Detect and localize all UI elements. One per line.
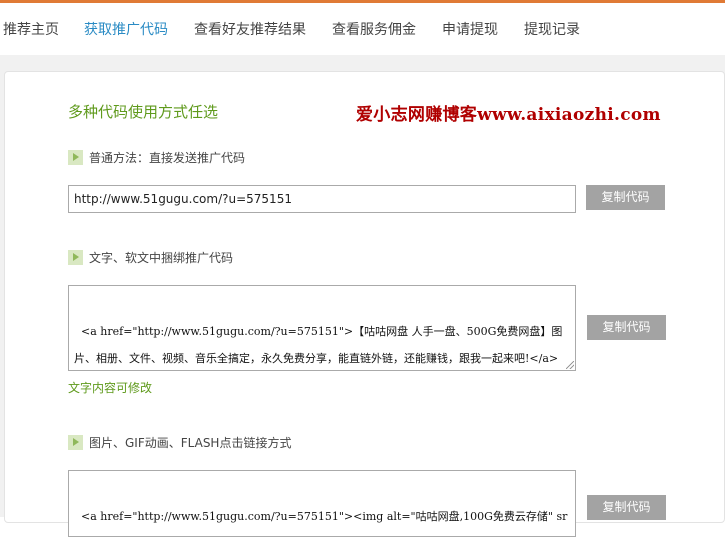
section-title-image-link: 图片、GIF动画、FLASH点击链接方式: [68, 434, 291, 451]
image-link-code: <a href="http://www.51gugu.com/?u=575151…: [81, 510, 568, 523]
section-title-label: 图片、GIF动画、FLASH点击链接方式: [89, 436, 292, 450]
nav-item-commission[interactable]: 查看服务佣金: [332, 19, 416, 39]
text-link-code: <a href="http://www.51gugu.com/?u=575151…: [74, 325, 563, 365]
section-title-label: 文字、软文中捆绑推广代码: [89, 251, 234, 265]
play-icon: [68, 150, 83, 165]
play-icon: [68, 250, 83, 265]
nav-item-get-code[interactable]: 获取推广代码: [84, 19, 168, 39]
section-title-label: 普通方法：直接发送推广代码: [89, 151, 246, 165]
section-title-direct: 普通方法：直接发送推广代码: [68, 149, 245, 166]
watermark-text: 爱小志网赚博客www.aixiaozhi.com: [356, 105, 661, 125]
image-link-code-box[interactable]: <a href="http://www.51gugu.com/?u=575151…: [68, 470, 576, 537]
resize-grip-icon[interactable]: [566, 361, 574, 369]
section-title-text-bundle: 文字、软文中捆绑推广代码: [68, 249, 233, 266]
nav-item-friend-results[interactable]: 查看好友推荐结果: [194, 19, 306, 39]
editable-text-note: 文字内容可修改: [68, 381, 153, 395]
copy-url-button[interactable]: 复制代码: [586, 185, 665, 210]
text-link-code-box[interactable]: <a href="http://www.51gugu.com/?u=575151…: [68, 285, 576, 371]
copy-text-link-button[interactable]: 复制代码: [587, 315, 666, 340]
page-heading: 多种代码使用方式任选: [68, 103, 219, 121]
nav-item-home[interactable]: 推荐主页: [3, 19, 59, 39]
promo-url-input[interactable]: [68, 185, 576, 213]
nav-bar: 推荐主页 获取推广代码 查看好友推荐结果 查看服务佣金 申请提现 提现记录: [0, 3, 725, 55]
copy-image-link-button[interactable]: 复制代码: [587, 495, 666, 520]
nav-item-withdraw-records[interactable]: 提现记录: [524, 19, 580, 39]
nav-item-withdraw[interactable]: 申请提现: [442, 19, 498, 39]
play-icon: [68, 435, 83, 450]
